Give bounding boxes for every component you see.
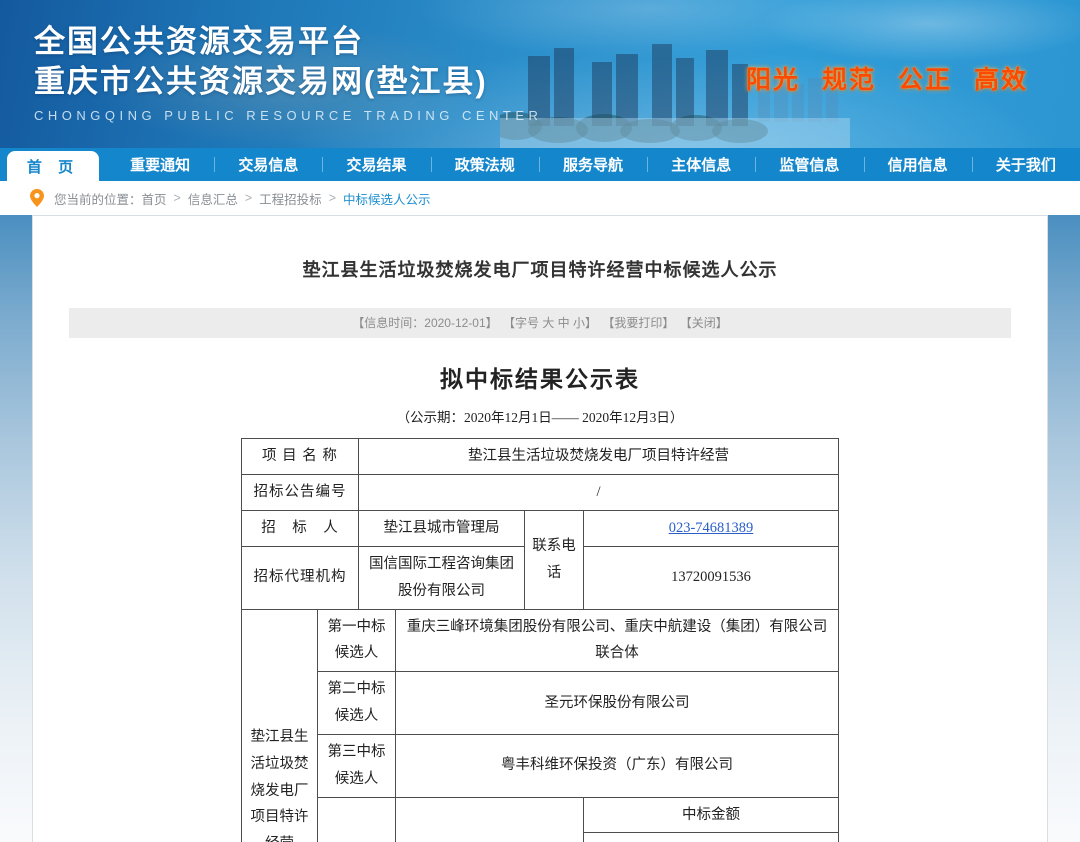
cell-candidate1-label: 第一中标候选人: [317, 609, 395, 672]
nav-tab-trade-results[interactable]: 交易结果: [322, 148, 430, 181]
cell-project-group-label: 垫江县生活垃圾焚烧发电厂项目特许经营: [241, 609, 317, 842]
cell-candidate1-value: 重庆三峰环境集团股份有限公司、重庆中航建设（集团）有限公司联合体: [395, 609, 838, 672]
breadcrumb-info-summary[interactable]: 信息汇总: [188, 189, 238, 208]
cell-project-name-label: 项 目 名 称: [241, 439, 358, 475]
cell-agency-label: 招标代理机构: [241, 547, 358, 610]
nav-tab-service-guide[interactable]: 服务导航: [539, 148, 647, 181]
meta-font-size-control[interactable]: 【字号 大 中 小】: [503, 316, 597, 330]
page-body: 垫江县生活垃圾焚烧发电厂项目特许经营中标候选人公示 【信息时间：2020-12-…: [0, 215, 1080, 842]
breadcrumb-separator: >: [329, 191, 336, 205]
table-row: 垫江县生活垃圾焚烧发电厂项目特许经营 第一中标候选人 重庆三峰环境集团股份有限公…: [241, 609, 838, 672]
site-banner: 全国公共资源交易平台 重庆市公共资源交易网(垫江县) CHONGQING PUB…: [0, 0, 1080, 148]
location-pin-icon: [30, 189, 44, 207]
cell-agency-value: 国信国际工程咨询集团股份有限公司: [358, 547, 524, 610]
article-meta-bar: 【信息时间：2020-12-01】 【字号 大 中 小】 【我要打印】 【关闭】: [69, 308, 1011, 338]
cell-tenderer-label: 招 标 人: [241, 511, 358, 547]
cell-amount-header: 中标金额: [583, 797, 838, 833]
table-row: 第二中标候选人 圣元环保股份有限公司: [241, 672, 838, 735]
cell-winner-label: 拟 中 标 人: [317, 797, 395, 842]
cell-candidate2-value: 圣元环保股份有限公司: [395, 672, 838, 735]
breadcrumb-separator: >: [245, 191, 252, 205]
meta-info-time: 【信息时间：2020-12-01】: [352, 316, 497, 330]
cell-winner-value: 重庆三峰环境集团股份有限公司、重庆中航建设（集团）有限公司联合体: [395, 797, 583, 842]
breadcrumb-home[interactable]: 首页: [142, 189, 167, 208]
site-title-line2: 重庆市公共资源交易网(垫江县): [34, 62, 542, 102]
site-title-line1: 全国公共资源交易平台: [34, 22, 542, 62]
cell-project-name-value: 垫江县生活垃圾焚烧发电厂项目特许经营: [358, 439, 838, 475]
cell-amount-value: 1、生活垃圾处理服务费初始单价107.8（元/吨）；2、餐厨垃圾处理服务费初始单…: [583, 833, 838, 842]
meta-print-button[interactable]: 【我要打印】: [602, 316, 674, 330]
nav-tab-home[interactable]: 首 页: [7, 151, 99, 181]
cell-agency-phone: 13720091536: [583, 547, 838, 610]
slogan-word-4: 高效: [974, 60, 1028, 96]
table-row: 招标公告编号 /: [241, 475, 838, 511]
slogan-word-2: 规范: [822, 60, 876, 96]
main-nav: 首 页 重要通知 交易信息 交易结果 政策法规 服务导航 主体信息 监管信息 信…: [0, 148, 1080, 181]
meta-close-button[interactable]: 【关闭】: [680, 316, 728, 330]
cell-contact-label: 联系电话: [524, 511, 583, 610]
site-subtitle-en: CHONGQING PUBLIC RESOURCE TRADING CENTER: [34, 108, 542, 123]
document-title: 拟中标结果公示表: [69, 360, 1011, 394]
slogan: 阳光 规范 公正 高效: [746, 60, 1028, 96]
breadcrumb-prefix: 您当前的位置：: [54, 189, 142, 208]
cell-tenderer-value: 垫江县城市管理局: [358, 511, 524, 547]
cell-candidate3-label: 第三中标候选人: [317, 734, 395, 797]
bid-results-table: 项 目 名 称 垫江县生活垃圾焚烧发电厂项目特许经营 招标公告编号 / 招 标 …: [241, 438, 839, 842]
table-row: 招 标 人 垫江县城市管理局 联系电话 023-74681389: [241, 511, 838, 547]
content-panel: 垫江县生活垃圾焚烧发电厂项目特许经营中标候选人公示 【信息时间：2020-12-…: [32, 215, 1048, 842]
tenderer-phone-link[interactable]: 023-74681389: [669, 520, 754, 536]
table-row: 第三中标候选人 粤丰科维环保投资（广东）有限公司: [241, 734, 838, 797]
page: 全国公共资源交易平台 重庆市公共资源交易网(垫江县) CHONGQING PUB…: [0, 0, 1080, 842]
cell-notice-no-value: /: [358, 475, 838, 511]
cell-tenderer-phone: 023-74681389: [583, 511, 838, 547]
nav-tab-supervision-info[interactable]: 监管信息: [755, 148, 863, 181]
nav-tab-entity-info[interactable]: 主体信息: [647, 148, 755, 181]
slogan-word-3: 公正: [898, 60, 952, 96]
breadcrumb: 您当前的位置： 首页 > 信息汇总 > 工程招投标 > 中标候选人公示: [0, 181, 1080, 215]
table-row: 项 目 名 称 垫江县生活垃圾焚烧发电厂项目特许经营: [241, 439, 838, 475]
nav-tab-trade-info[interactable]: 交易信息: [214, 148, 322, 181]
nav-tab-notices[interactable]: 重要通知: [106, 148, 214, 181]
breadcrumb-engineering-bidding[interactable]: 工程招投标: [259, 189, 322, 208]
cell-notice-no-label: 招标公告编号: [241, 475, 358, 511]
nav-tab-about-us[interactable]: 关于我们: [972, 148, 1080, 181]
cell-candidate2-label: 第二中标候选人: [317, 672, 395, 735]
slogan-word-1: 阳光: [746, 60, 800, 96]
publicity-period: （公示期：2020年12月1日—— 2020年12月3日）: [69, 406, 1011, 426]
nav-tab-policies[interactable]: 政策法规: [431, 148, 539, 181]
cell-candidate3-value: 粤丰科维环保投资（广东）有限公司: [395, 734, 838, 797]
table-row: 拟 中 标 人 重庆三峰环境集团股份有限公司、重庆中航建设（集团）有限公司联合体…: [241, 797, 838, 833]
breadcrumb-separator: >: [174, 191, 181, 205]
article-title: 垫江县生活垃圾焚烧发电厂项目特许经营中标候选人公示: [69, 242, 1011, 308]
nav-tab-credit-info[interactable]: 信用信息: [864, 148, 972, 181]
breadcrumb-current[interactable]: 中标候选人公示: [343, 189, 431, 208]
